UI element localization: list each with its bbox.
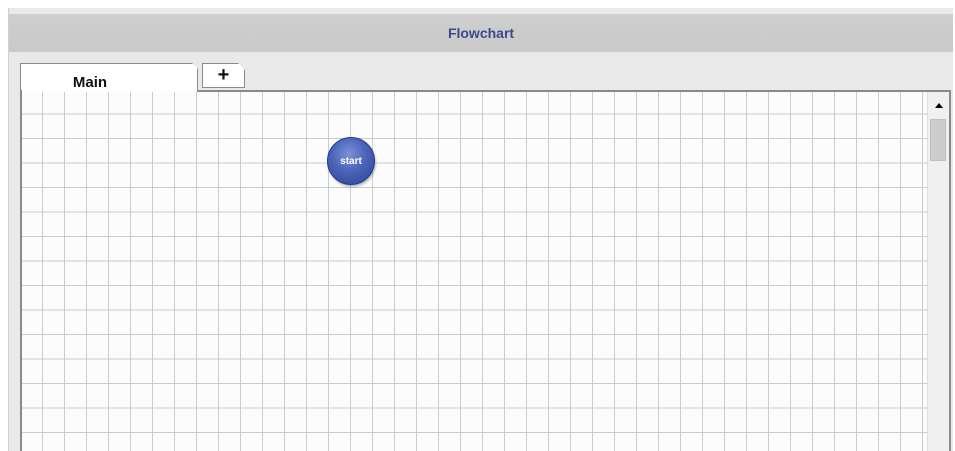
- start-node[interactable]: start: [327, 137, 375, 185]
- start-node-label: start: [340, 155, 362, 167]
- panel-header: Flowchart: [9, 14, 953, 53]
- panel-title: Flowchart: [447, 25, 515, 41]
- flowchart-canvas[interactable]: start: [20, 90, 951, 451]
- scroll-up-button[interactable]: [928, 97, 949, 114]
- canvas-grid: [22, 92, 928, 451]
- add-tab-button[interactable]: +: [202, 63, 245, 88]
- scroll-thumb[interactable]: [930, 119, 946, 161]
- tab-main-label: Main: [72, 74, 108, 91]
- flowchart-panel: Flowchart Main + start: [8, 8, 953, 451]
- vertical-scrollbar[interactable]: [927, 92, 949, 451]
- arrow-up-icon: [934, 103, 943, 108]
- plus-icon: +: [217, 64, 230, 86]
- tab-join: [22, 90, 197, 92]
